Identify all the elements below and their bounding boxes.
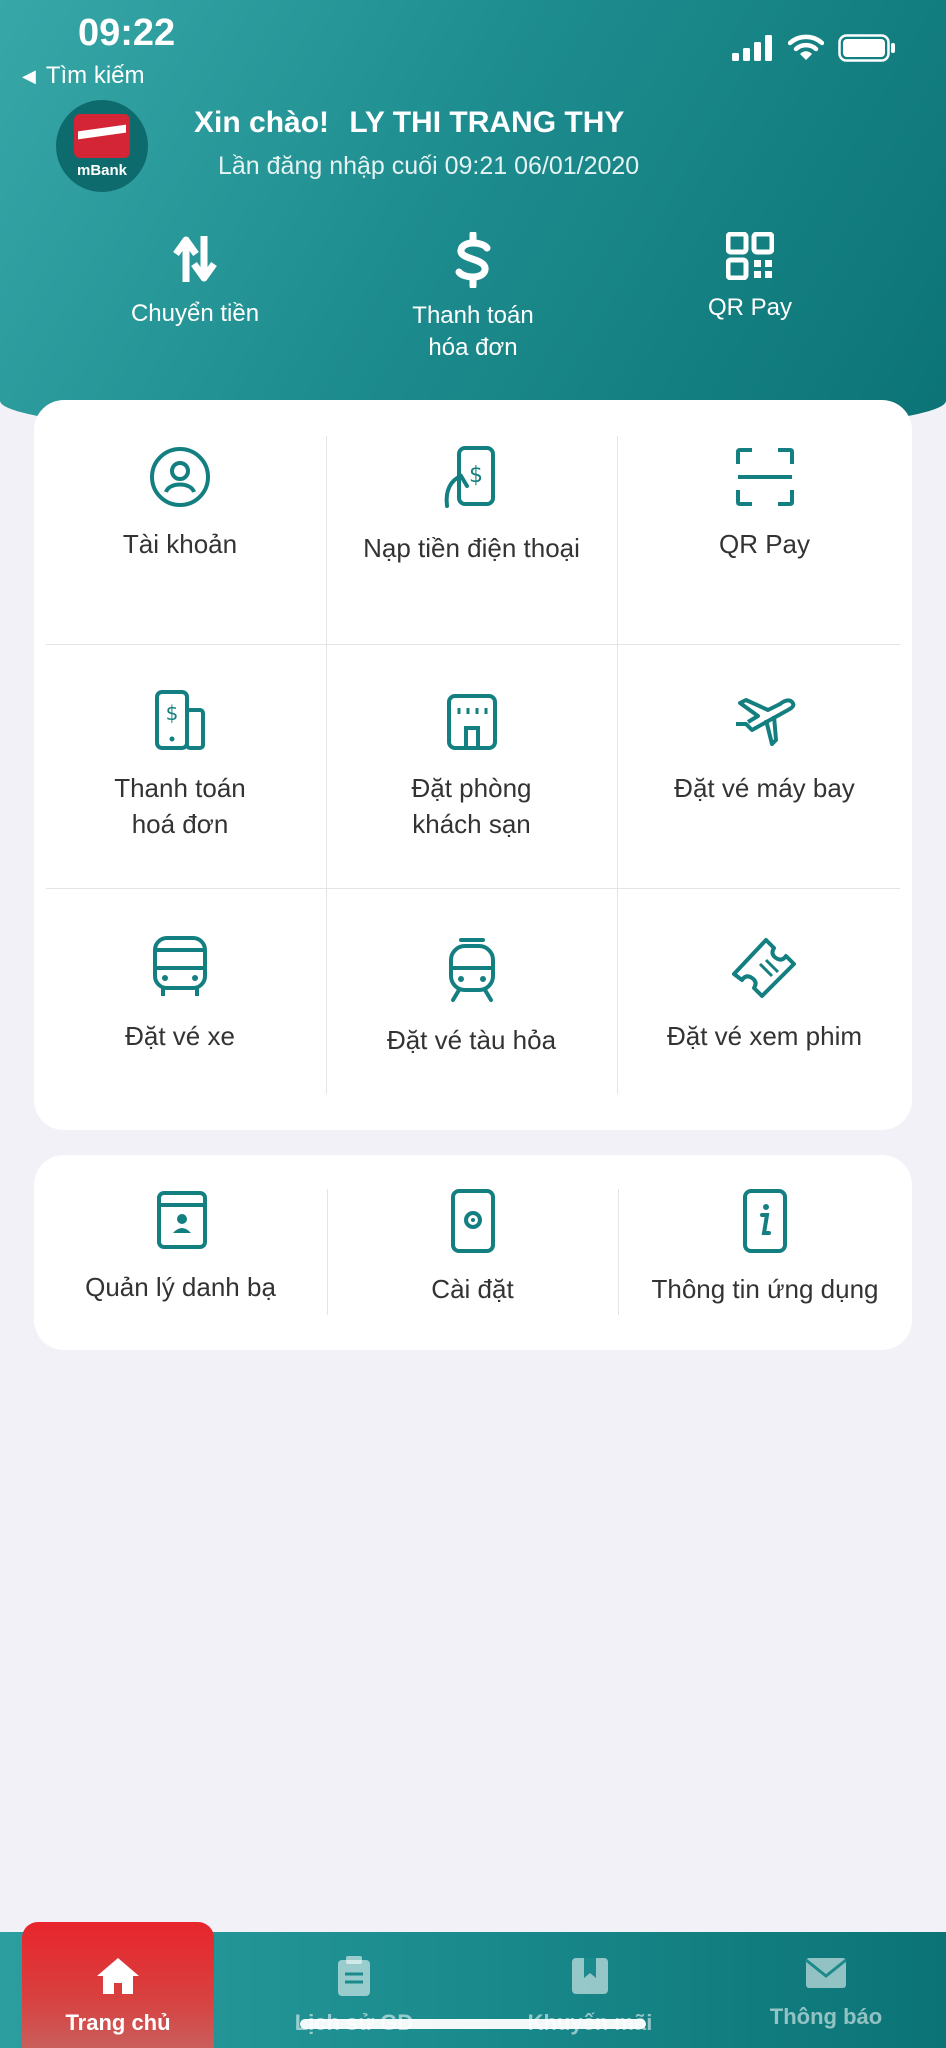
service-label: Đặt vé tàu hỏa <box>386 1025 557 1055</box>
svg-text:$: $ <box>166 701 179 725</box>
quick-action-label: hóa đơn <box>428 334 518 361</box>
last-login-text: Lần đăng nhập cuối 09:21 06/01/2020 <box>218 152 640 180</box>
quick-action-transfer[interactable]: Chuyển tiền <box>85 232 305 330</box>
quick-action-label: Chuyển tiền <box>130 300 260 327</box>
history-icon <box>338 1956 370 1996</box>
divider <box>46 888 900 889</box>
greeting: Xin chào! LY THI TRANG THY <box>194 106 636 140</box>
tab-home[interactable]: Trang chủ <box>0 1932 236 2048</box>
greeting-prefix: Xin chào! <box>194 106 330 139</box>
service-label: Đặt vé xe <box>125 1021 235 1051</box>
service-label: Thanh toán <box>114 773 246 803</box>
back-to-search-button[interactable]: ◀ Tìm kiếm <box>22 62 145 90</box>
mail-icon <box>805 1958 847 1988</box>
service-label: khách sạn <box>412 809 531 839</box>
status-time: 09:22 <box>78 12 176 54</box>
phone-topup-icon: $ <box>444 446 495 508</box>
qr-code-icon <box>726 232 774 280</box>
contacts-icon <box>156 1191 207 1249</box>
service-hotel-booking[interactable]: Đặt phòng khách sạn <box>326 690 617 842</box>
service-qr-pay[interactable]: QR Pay <box>617 446 912 562</box>
service-movie-ticket[interactable]: Đặt vé xem phim <box>617 934 912 1054</box>
tab-label: Thông báo <box>769 2004 883 2029</box>
service-label: Đặt vé xem phim <box>666 1021 863 1051</box>
account-icon <box>150 447 210 507</box>
info-icon <box>743 1189 787 1253</box>
quick-action-qr-pay[interactable]: QR Pay <box>640 232 860 324</box>
wifi-icon <box>788 34 824 60</box>
service-flight-booking[interactable]: Đặt vé máy bay <box>617 690 912 806</box>
quick-action-label: QR Pay <box>707 294 793 321</box>
service-account[interactable]: Tài khoản <box>34 446 326 562</box>
settings-icon <box>450 1189 495 1253</box>
home-indicator[interactable] <box>300 2019 646 2029</box>
quick-action-label: Thanh toán <box>412 302 534 329</box>
service-train-ticket[interactable]: Đặt vé tàu hỏa <box>326 934 617 1058</box>
dollar-icon <box>455 232 491 288</box>
user-name: LY THI TRANG THY <box>349 106 625 139</box>
movie-ticket-icon <box>731 938 796 998</box>
tool-contacts[interactable]: Quản lý danh bạ <box>34 1189 327 1305</box>
tools-card: Quản lý danh bạ Cài đặt Thông tin ứng dụ… <box>34 1155 912 1350</box>
service-label: Tài khoản <box>122 529 238 559</box>
battery-icon <box>838 34 895 62</box>
bill-payment-icon: $ <box>155 690 205 750</box>
service-bill-payment[interactable]: $ Thanh toán hoá đơn <box>34 690 326 842</box>
home-icon <box>97 1958 139 1994</box>
header-banner: 09:22 ◀ Tìm kiếm mBank Xin chào! LY THI … <box>0 0 946 440</box>
tool-settings[interactable]: Cài đặt <box>327 1189 618 1307</box>
service-label: Đặt phòng <box>411 773 532 803</box>
mbank-flag-icon <box>74 113 130 158</box>
service-label: Đặt vé máy bay <box>674 773 855 803</box>
airplane-icon <box>735 698 795 746</box>
tab-promotions[interactable]: Khuyến mãi <box>472 1932 708 2048</box>
tool-label: Cài đặt <box>431 1274 514 1304</box>
bus-icon <box>153 936 207 996</box>
service-label: Nạp tiền điện thoại <box>363 533 580 563</box>
tab-history[interactable]: Lịch sử GD <box>236 1932 472 2048</box>
tab-notifications[interactable]: Thông báo <box>708 1932 944 2048</box>
train-icon <box>448 938 495 1002</box>
service-label: hoá đơn <box>131 809 229 839</box>
quick-action-bill-payment[interactable]: Thanh toán hóa đơn <box>363 232 583 364</box>
back-triangle-icon: ◀ <box>22 65 36 86</box>
service-phone-topup[interactable]: $ Nạp tiền điện thoại <box>326 446 617 566</box>
promotion-icon <box>572 1958 608 1994</box>
service-label: QR Pay <box>718 529 811 559</box>
divider <box>46 644 900 645</box>
status-icons <box>732 34 896 62</box>
svg-text:$: $ <box>469 463 483 488</box>
qr-scan-icon <box>735 448 794 506</box>
back-label: Tìm kiếm <box>45 62 145 89</box>
quick-actions: Chuyển tiền Thanh toán hóa đơn QR Pay <box>0 232 946 382</box>
tab-label: Trang chủ <box>65 2010 171 2035</box>
tool-app-info[interactable]: Thông tin ứng dụng <box>618 1189 912 1307</box>
hotel-icon <box>446 694 497 750</box>
tool-label: Quản lý danh bạ <box>85 1272 276 1302</box>
tool-label: Thông tin ứng dụng <box>651 1274 879 1304</box>
services-card: Tài khoản $ Nạp tiền điện thoại QR Pay $… <box>34 400 912 1130</box>
transfer-arrows-icon <box>173 236 217 282</box>
mbank-logo: mBank <box>56 100 148 192</box>
cellular-signal-icon <box>732 35 772 61</box>
service-bus-ticket[interactable]: Đặt vé xe <box>34 934 326 1054</box>
logo-text: mBank <box>76 161 128 179</box>
